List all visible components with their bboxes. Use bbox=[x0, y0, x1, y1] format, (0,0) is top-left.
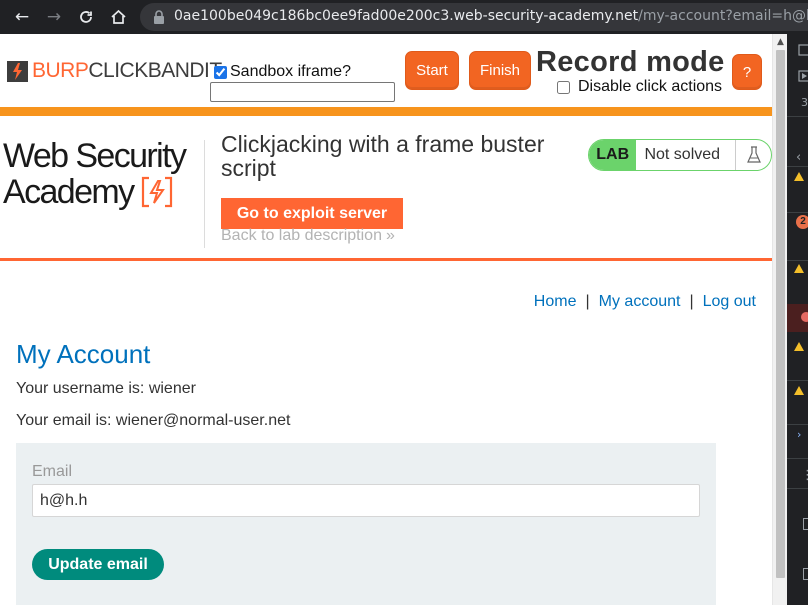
console-prompt-icon[interactable]: › bbox=[797, 428, 801, 441]
double-chevron-right-icon: » bbox=[385, 227, 395, 244]
lab-status-text: Not solved bbox=[644, 146, 721, 163]
url-host: 0ae100be049c186bc0ee9fad00e200c3.web-sec… bbox=[174, 8, 639, 24]
url-path: /my-account?email=h@h.h bbox=[638, 8, 808, 24]
sandbox-attributes-input[interactable] bbox=[210, 82, 395, 102]
email-text: Your email is: wiener@normal-user.net bbox=[16, 412, 291, 429]
scroll-up-arrow-icon[interactable]: ▲ bbox=[773, 34, 788, 49]
header-divider bbox=[204, 140, 205, 248]
error-icon bbox=[801, 312, 808, 322]
back-to-lab-description-link[interactable]: Back to lab description» bbox=[221, 227, 395, 245]
devtools-panel: 3 ‹ 2 › ⋮ bbox=[787, 34, 808, 605]
flask-icon bbox=[735, 140, 771, 170]
devtools-separator bbox=[787, 424, 808, 425]
devtools-separator bbox=[787, 116, 808, 117]
start-button[interactable]: Start bbox=[405, 51, 459, 90]
devtools-separator bbox=[787, 488, 808, 489]
disable-click-actions-option[interactable]: Disable click actions bbox=[557, 78, 722, 96]
devtools-separator bbox=[787, 166, 808, 167]
username-text: Your username is: wiener bbox=[16, 380, 196, 397]
warning-icon[interactable] bbox=[794, 386, 804, 395]
nav-home-link[interactable]: Home bbox=[534, 293, 577, 310]
sandbox-iframe-checkbox[interactable] bbox=[214, 65, 227, 79]
devtools-separator bbox=[787, 458, 808, 459]
url-text: 0ae100be049c186bc0ee9fad00e200c3.web-sec… bbox=[174, 8, 808, 24]
academy-bolt-icon bbox=[141, 176, 172, 208]
help-button[interactable]: ? bbox=[732, 54, 762, 90]
page-title: My Account bbox=[16, 339, 151, 369]
logo-line-2: Academy bbox=[3, 173, 135, 211]
logo-clickbandit-text: CLICKBANDIT bbox=[88, 59, 222, 82]
exploit-server-button[interactable]: Go to exploit server bbox=[221, 198, 403, 229]
nav-log-out-link[interactable]: Log out bbox=[703, 293, 756, 310]
devtools-checkbox-icon[interactable] bbox=[803, 518, 808, 530]
error-count-badge[interactable]: 2 bbox=[796, 215, 808, 229]
devtools-toggle-icon[interactable] bbox=[787, 42, 808, 58]
scrollbar-thumb[interactable] bbox=[776, 50, 785, 578]
logo-line-1: Web Security bbox=[3, 137, 187, 175]
address-bar[interactable]: 0ae100be049c186bc0ee9fad00e200c3.web-sec… bbox=[140, 3, 808, 31]
devtools-separator bbox=[787, 212, 808, 213]
devtools-checkbox-icon[interactable] bbox=[803, 568, 808, 580]
devtools-error-row[interactable] bbox=[787, 304, 808, 332]
disable-click-actions-checkbox[interactable] bbox=[557, 80, 570, 94]
update-email-button[interactable]: Update email bbox=[32, 549, 164, 580]
nav-separator: | bbox=[689, 293, 694, 310]
warning-icon[interactable] bbox=[794, 264, 804, 273]
burp-clickbandit-logo: BURP CLICKBANDIT bbox=[7, 60, 222, 82]
update-email-form bbox=[16, 443, 716, 605]
back-arrow-icon[interactable]: ← bbox=[10, 5, 34, 29]
reload-icon[interactable] bbox=[74, 5, 98, 29]
lab-title: Clickjacking with a frame buster script bbox=[221, 131, 545, 181]
sandbox-iframe-option[interactable]: Sandbox iframe? bbox=[214, 63, 351, 81]
logo-line-2-row: Academy bbox=[3, 174, 185, 210]
logo-burp-text: BURP bbox=[32, 59, 89, 82]
devtools-separator bbox=[787, 260, 808, 261]
nav-separator: | bbox=[585, 293, 590, 310]
record-mode-title: Record mode bbox=[536, 46, 725, 78]
lock-icon[interactable] bbox=[152, 9, 166, 25]
warning-icon[interactable] bbox=[794, 342, 804, 351]
kebab-menu-icon[interactable]: ⋮ bbox=[801, 468, 808, 483]
email-field-label: Email bbox=[32, 463, 73, 480]
devtools-play-icon[interactable] bbox=[787, 68, 808, 84]
sandbox-iframe-label: Sandbox iframe? bbox=[230, 63, 351, 80]
account-nav: Home | My account | Log out bbox=[534, 293, 756, 311]
devtools-separator bbox=[787, 380, 808, 381]
header-orange-rule bbox=[0, 258, 772, 261]
lab-status-badge: LAB Not solved bbox=[588, 139, 772, 171]
nav-my-account-link[interactable]: My account bbox=[599, 293, 681, 310]
forward-arrow-icon[interactable]: → bbox=[42, 5, 66, 29]
browser-toolbar: ← → 0ae100be049c186bc0ee9fad00e200c3.web… bbox=[0, 0, 808, 34]
disable-click-actions-label: Disable click actions bbox=[578, 78, 723, 95]
email-field[interactable] bbox=[32, 484, 700, 517]
devtools-counter: 3 bbox=[801, 96, 808, 109]
page-scrollbar[interactable]: ▲ bbox=[772, 34, 787, 605]
lab-badge-label: LAB bbox=[589, 140, 637, 170]
back-link-label: Back to lab description bbox=[221, 227, 382, 244]
finish-button[interactable]: Finish bbox=[469, 51, 531, 90]
warning-icon[interactable] bbox=[794, 172, 804, 181]
web-security-academy-logo[interactable]: Web Security Academy bbox=[3, 137, 187, 210]
clickbandit-toolbar-border bbox=[0, 107, 772, 116]
chevron-left-icon[interactable]: ‹ bbox=[796, 150, 801, 165]
burp-bolt-icon bbox=[7, 60, 28, 82]
home-icon[interactable] bbox=[106, 5, 130, 29]
